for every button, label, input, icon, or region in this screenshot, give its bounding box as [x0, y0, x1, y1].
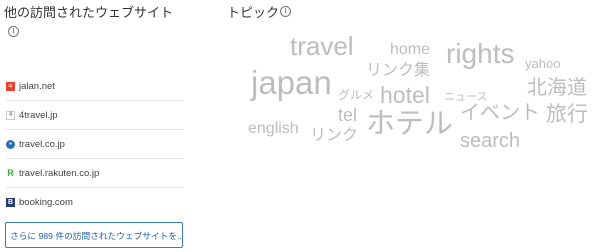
rakuten-favicon-icon: R — [6, 168, 15, 178]
site-name: travel.co.jp — [19, 138, 65, 150]
visited-sites-title: 他の訪問されたウェブサイト — [4, 5, 174, 20]
topic-word[interactable]: リンク集 — [366, 63, 430, 79]
site-name: travel.rakuten.co.jp — [19, 167, 100, 179]
topic-word[interactable]: 北海道 — [527, 78, 587, 98]
topic-word[interactable]: rights — [446, 40, 514, 68]
4travel-favicon-icon: 4 — [6, 110, 15, 120]
more-sites-button[interactable]: さらに 989 件の訪問されたウェブサイトを... — [5, 222, 183, 248]
topics-title: トピック — [227, 5, 280, 20]
site-name: jalan.net — [19, 80, 55, 92]
site-item-rakuten[interactable]: R travel.rakuten.co.jp — [6, 159, 184, 188]
jalan-favicon-icon: ≈ — [6, 81, 15, 91]
topic-word[interactable]: travel — [290, 33, 354, 59]
visited-sites-list: ≈ jalan.net 4 4travel.jp • travel.co.jp … — [6, 72, 184, 216]
travelcojp-favicon-icon: • — [6, 139, 15, 149]
topic-word[interactable]: english — [248, 121, 299, 137]
topic-word[interactable]: tel — [338, 106, 357, 124]
topic-word[interactable]: yahoo — [525, 57, 560, 70]
topic-word[interactable]: search — [460, 131, 520, 151]
site-item-booking[interactable]: B booking.com — [6, 188, 184, 216]
site-item-travel-co-jp[interactable]: • travel.co.jp — [6, 130, 184, 159]
topic-word[interactable]: japan — [251, 66, 332, 99]
topic-word[interactable]: リンク — [310, 128, 358, 144]
topic-word[interactable]: 旅行 — [546, 104, 588, 125]
info-icon[interactable]: i — [8, 26, 19, 37]
visited-sites-panel: 他の訪問されたウェブサイト i ≈ jalan.net 4 4travel.jp… — [0, 0, 190, 252]
info-icon[interactable]: i — [280, 6, 291, 17]
site-item-4travel[interactable]: 4 4travel.jp — [6, 101, 184, 130]
booking-favicon-icon: B — [6, 197, 15, 207]
topic-word[interactable]: hotel — [380, 84, 430, 107]
topic-word[interactable]: ホテル — [366, 110, 453, 139]
site-name: booking.com — [19, 196, 73, 208]
site-name: 4travel.jp — [19, 109, 58, 121]
topic-word[interactable]: グルメ — [338, 89, 374, 101]
topic-word[interactable]: イベント — [460, 103, 540, 123]
site-item-jalan[interactable]: ≈ jalan.net — [6, 72, 184, 101]
topic-word[interactable]: home — [390, 42, 430, 58]
